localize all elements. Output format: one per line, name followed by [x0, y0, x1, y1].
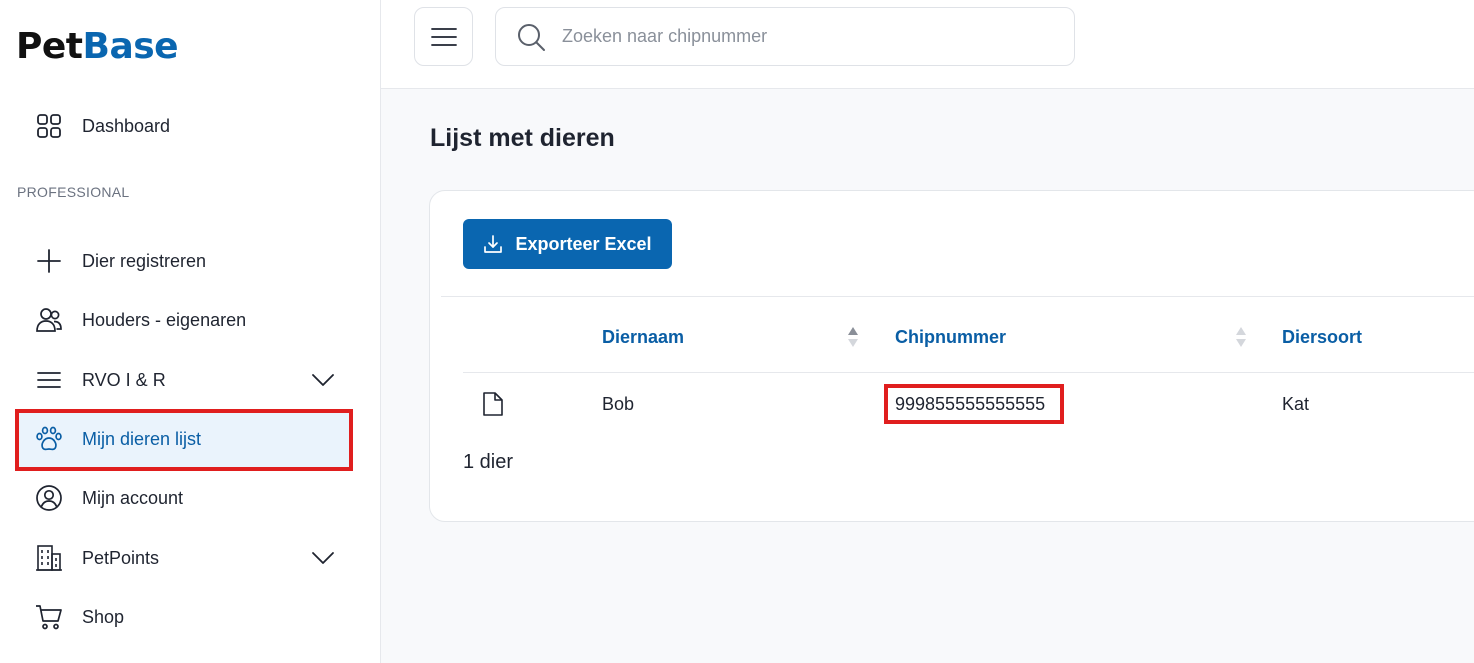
topbar [381, 0, 1474, 89]
search-icon [518, 23, 545, 51]
highlight-box-sidebar [15, 409, 353, 471]
cell-diernaam: Bob [602, 394, 635, 414]
page-title: Lijst met dieren [430, 124, 615, 152]
animals-card: Exporteer Excel Diernaam Chipnummer Dier… [429, 190, 1474, 522]
document-icon[interactable] [482, 391, 504, 417]
sidebar-item-mijn-account[interactable]: Mijn account [17, 470, 351, 526]
sidebar-item-shop[interactable]: Shop [17, 589, 351, 645]
plus-icon [34, 246, 64, 276]
hamburger-icon [430, 27, 457, 46]
menu-toggle-button[interactable] [414, 7, 473, 66]
column-header-diernaam[interactable]: Diernaam [602, 327, 684, 348]
divider [441, 296, 1474, 297]
sidebar-item-rvo[interactable]: RVO I & R [17, 352, 351, 408]
column-header-diersoort[interactable]: Diersoort [1282, 327, 1362, 348]
column-header-chipnummer[interactable]: Chipnummer [895, 327, 1006, 348]
logo-part-2: Base [82, 25, 179, 67]
sidebar-item-label: RVO I & R [82, 369, 166, 390]
sidebar-item-petpoints[interactable]: PetPoints [17, 530, 351, 586]
sidebar: Pet Base Dashboard PROFESSIONAL Dier regi… [0, 0, 381, 663]
cart-icon [34, 602, 64, 632]
search-box [495, 7, 1075, 66]
export-excel-button[interactable]: Exporteer Excel [463, 219, 672, 269]
divider [463, 372, 1474, 373]
highlight-box-chipnummer [884, 384, 1064, 424]
sidebar-item-label: Mijn account [82, 487, 184, 508]
sidebar-item-label: Dier registreren [82, 250, 207, 271]
sidebar-item-dier-registreren[interactable]: Dier registreren [17, 233, 351, 289]
logo-part-1: Pet [16, 25, 83, 67]
building-icon [34, 543, 64, 573]
grid-icon [34, 111, 64, 141]
sort-icon[interactable] [847, 325, 859, 349]
download-icon [484, 235, 503, 253]
cell-diersoort: Kat [1282, 394, 1310, 414]
sidebar-item-dashboard[interactable]: Dashboard [17, 98, 351, 154]
chevron-down-icon[interactable] [311, 546, 335, 570]
menu-lines-icon [34, 365, 64, 395]
search-input[interactable] [562, 26, 1042, 47]
sidebar-item-houders[interactable]: Houders - eigenaren [17, 292, 351, 348]
users-icon [34, 305, 64, 335]
sidebar-item-label: PetPoints [82, 547, 160, 568]
section-label-professional: PROFESSIONAL [17, 184, 130, 200]
user-circle-icon [34, 483, 64, 513]
sidebar-item-label: Dashboard [82, 115, 171, 136]
sort-icon[interactable] [1235, 325, 1247, 349]
petbase-logo[interactable]: Pet Base [16, 22, 179, 70]
chevron-down-icon[interactable] [311, 368, 335, 392]
result-count: 1 dier [463, 451, 514, 473]
sidebar-item-label: Houders - eigenaren [82, 309, 247, 330]
sidebar-item-label: Shop [82, 606, 125, 627]
export-label: Exporteer Excel [515, 233, 652, 254]
